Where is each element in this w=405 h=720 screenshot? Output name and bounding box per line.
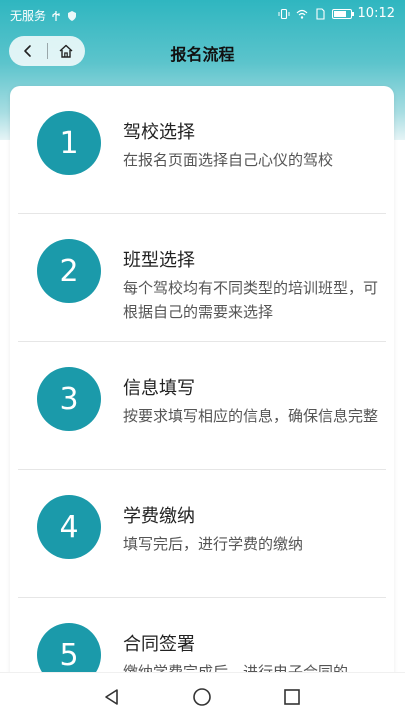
step-text: 学费缴纳 填写完后，进行学费的缴纳 [123, 502, 382, 556]
step-text: 驾校选择 在报名页面选择自己心仪的驾校 [123, 118, 382, 172]
sim-icon [315, 7, 325, 20]
step-description: 每个驾校均有不同类型的培训班型，可根据自己的需要来选择 [123, 279, 379, 321]
step-number-badge: 4 [37, 495, 101, 559]
battery-icon [331, 8, 354, 19]
triangle-back-icon[interactable] [102, 687, 122, 707]
steps-card: 1 驾校选择 在报名页面选择自己心仪的驾校 2 班型选择 每个驾校均有不同类型的… [10, 86, 394, 686]
square-recents-icon[interactable] [282, 687, 302, 707]
wifi-icon [296, 9, 307, 19]
step-item: 3 信息填写 按要求填写相应的信息，确保信息完整 [18, 342, 386, 470]
app-header: 报名流程 [0, 30, 405, 74]
step-number-badge: 2 [37, 239, 101, 303]
step-text: 班型选择 每个驾校均有不同类型的培训班型，可根据自己的需要来选择 [123, 246, 382, 324]
step-number-badge: 1 [37, 111, 101, 175]
step-item: 2 班型选择 每个驾校均有不同类型的培训班型，可根据自己的需要来选择 [18, 214, 386, 342]
step-item: 1 驾校选择 在报名页面选择自己心仪的驾校 [18, 86, 386, 214]
usb-icon [52, 10, 60, 21]
step-title: 班型选择 [123, 250, 195, 271]
step-description: 填写完后，进行学费的缴纳 [123, 535, 304, 553]
step-text: 信息填写 按要求填写相应的信息，确保信息完整 [123, 374, 382, 428]
step-title: 信息填写 [123, 378, 195, 399]
page-title: 报名流程 [170, 45, 235, 64]
vibrate-icon [278, 8, 290, 19]
shield-icon [68, 10, 77, 21]
step-title: 学费缴纳 [123, 506, 195, 527]
status-bar: 无服务 10:12 [0, 0, 405, 30]
status-right: 10:12 [278, 6, 395, 21]
system-navigation-bar [0, 672, 405, 720]
circle-home-icon[interactable] [192, 687, 212, 707]
step-title: 合同签署 [123, 634, 195, 655]
step-description: 按要求填写相应的信息，确保信息完整 [123, 407, 379, 425]
step-title: 驾校选择 [123, 122, 195, 143]
step-item: 4 学费缴纳 填写完后，进行学费的缴纳 [18, 470, 386, 598]
status-time: 10:12 [357, 6, 395, 21]
step-description: 在报名页面选择自己心仪的驾校 [123, 151, 334, 169]
status-left: 无服务 [10, 7, 78, 24]
carrier-text: 无服务 [10, 9, 47, 23]
step-number-badge: 3 [37, 367, 101, 431]
